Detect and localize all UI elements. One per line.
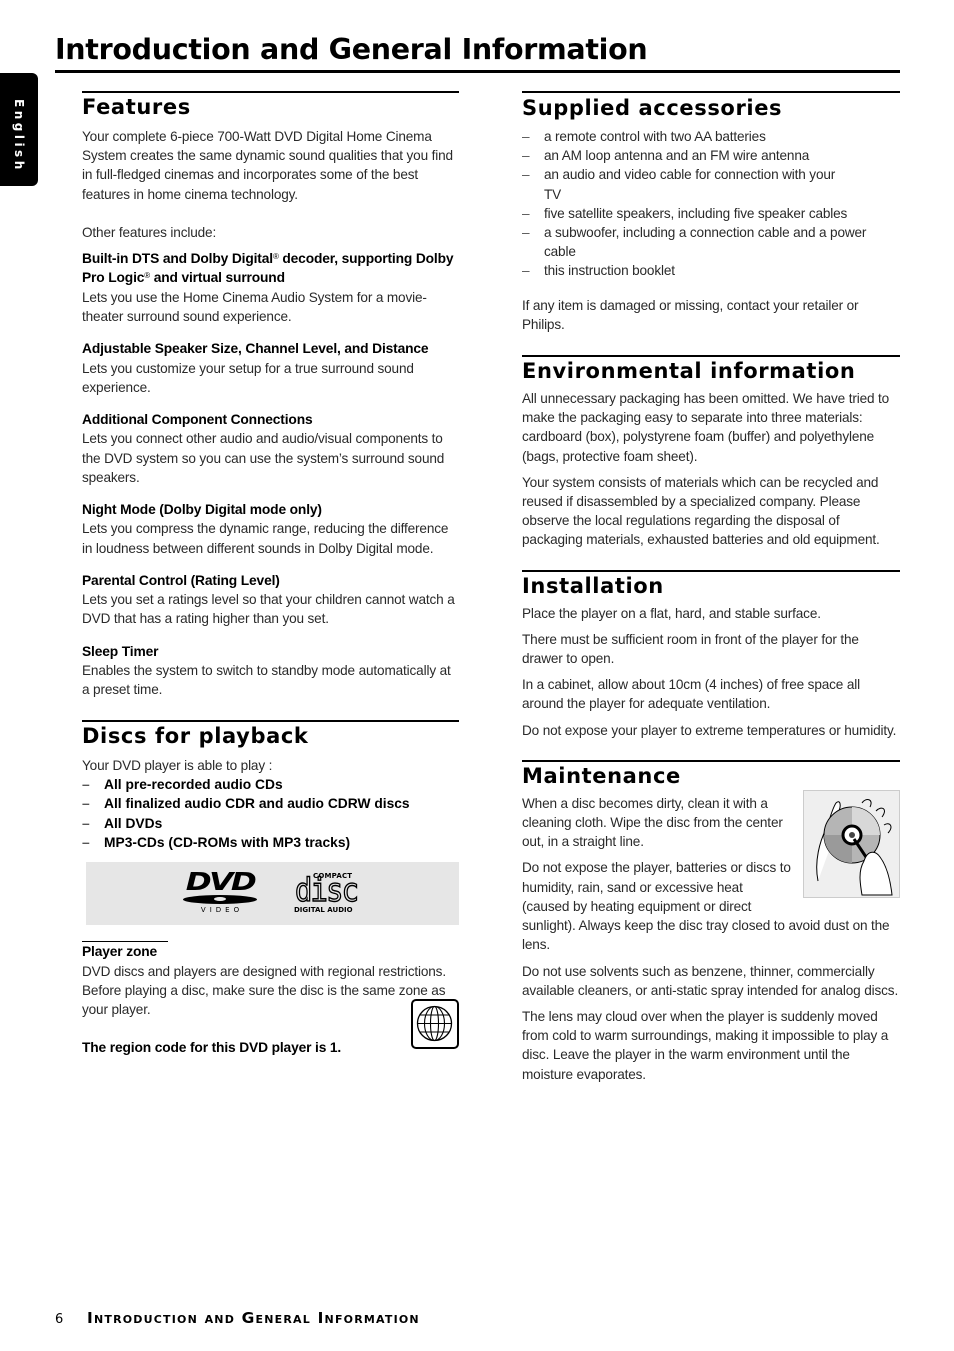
list-item: a subwoofer, including a connection cabl… — [522, 223, 900, 261]
feature-text: Enables the system to switch to standby … — [82, 663, 451, 698]
feature-text: Lets you set a ratings level so that you… — [82, 592, 455, 627]
page-number: 6 — [55, 1312, 64, 1327]
list-item: an audio and video cable for connection … — [522, 165, 900, 203]
page-footer: 6 Introduction and General Information — [55, 1309, 420, 1327]
region-code-note: The region code for this DVD player is 1… — [82, 1040, 342, 1056]
cd-logo-word: disc — [294, 871, 359, 910]
discs-intro: Your DVD player is able to play : — [82, 757, 273, 773]
feature-text: Lets you connect other audio and audio/v… — [82, 431, 445, 485]
features-section: Features Your complete 6-piece 700-Watt … — [82, 91, 459, 700]
feature-title: Parental Control (Rating Level) — [82, 572, 280, 588]
footer-title: Introduction and General Information — [87, 1309, 420, 1327]
environment-section: Environmental information All unnecessar… — [522, 355, 900, 550]
feature-title: Adjustable Speaker Size, Channel Level, … — [82, 341, 429, 357]
disc-logos-band: DVD VIDEO COMPACT disc DIGITAL AUDIO — [86, 862, 459, 926]
language-tab: English — [0, 73, 38, 186]
installation-paragraph: Do not expose your player to extreme tem… — [522, 722, 897, 738]
features-intro: Your complete 6-piece 700-Watt DVD Digit… — [82, 129, 453, 202]
environment-heading: Environmental information — [522, 355, 900, 383]
accessories-list: a remote control with two AA batteries a… — [522, 127, 900, 281]
maintenance-section: Maintenance When a disc becomes dirty, c… — [522, 759, 900, 1084]
accessories-section: Supplied accessories a remote control wi… — [522, 91, 900, 334]
list-item: a remote control with two AA batteries — [522, 127, 900, 146]
feature-title: Built-in DTS and Dolby Digital® decoder,… — [82, 251, 454, 286]
feature-title: Sleep Timer — [82, 643, 159, 659]
installation-paragraph: Place the player on a flat, hard, and st… — [522, 605, 821, 621]
feature-text: Lets you use the Home Cinema Audio Syste… — [82, 289, 427, 325]
maintenance-paragraph: The lens may cloud over when the player … — [522, 1008, 889, 1082]
features-other-label: Other features include: — [82, 224, 217, 240]
environment-paragraph: Your system consists of materials which … — [522, 474, 880, 548]
discs-heading: Discs for playback — [82, 719, 459, 748]
feature-title: Additional Component Connections — [82, 412, 313, 428]
list-item: All DVDs — [82, 814, 459, 834]
registered-mark: ® — [272, 252, 279, 262]
feature-item: Night Mode (Dolby Digital mode only) Let… — [82, 500, 459, 558]
player-zone-title: Player zone — [82, 944, 158, 960]
dvd-logo-word: DVD — [185, 867, 257, 897]
list-item: an AM loop antenna and an FM wire antenn… — [522, 146, 900, 165]
installation-paragraph: There must be sufficient room in front o… — [522, 631, 859, 667]
discs-section: Discs for playback Your DVD player is ab… — [82, 719, 459, 1058]
player-zone: Player zone DVD discs and players are de… — [82, 942, 459, 1057]
cd-logo-bottom: DIGITAL AUDIO — [294, 906, 353, 915]
page-title: Introduction and General Information — [55, 30, 900, 73]
accessories-note: If any item is damaged or missing, conta… — [522, 297, 859, 332]
player-zone-text: DVD discs and players are designed with … — [82, 963, 446, 1018]
disc-types-list: All pre-recorded audio CDs All finalized… — [82, 775, 459, 853]
feature-item: Additional Component Connections Lets yo… — [82, 410, 459, 487]
feature-item: Sleep Timer Enables the system to switch… — [82, 642, 459, 700]
dvd-disc-shape — [183, 895, 257, 905]
language-tab-label: English — [12, 99, 26, 173]
list-item: five satellite speakers, including five … — [522, 204, 900, 223]
disc-cleaning-illustration — [803, 789, 900, 898]
region-globe-icon — [411, 999, 459, 1050]
installation-section: Installation Place the player on a flat,… — [522, 569, 900, 740]
list-item: MP3-CDs (CD-ROMs with MP3 tracks) — [82, 833, 459, 853]
compact-disc-logo: COMPACT disc DIGITAL AUDIO — [294, 872, 362, 916]
installation-paragraph: In a cabinet, allow about 10cm (4 inches… — [522, 677, 860, 712]
dvd-logo-sub: VIDEO — [200, 906, 244, 915]
features-heading: Features — [82, 91, 459, 119]
registered-mark: ® — [144, 271, 151, 281]
accessories-heading: Supplied accessories — [522, 91, 900, 120]
right-column: Supplied accessories a remote control wi… — [522, 91, 900, 1084]
feature-text: Lets you customize your setup for a true… — [82, 360, 414, 395]
feature-item: Parental Control (Rating Level) Lets you… — [82, 571, 459, 629]
feature-text: Lets you compress the dynamic range, red… — [82, 521, 449, 556]
left-column: Features Your complete 6-piece 700-Watt … — [82, 91, 459, 1058]
feature-item: Adjustable Speaker Size, Channel Level, … — [82, 339, 459, 397]
list-item: All finalized audio CDR and audio CDRW d… — [82, 794, 459, 814]
feature-item: Built-in DTS and Dolby Digital® decoder,… — [82, 249, 459, 326]
feature-title: Night Mode (Dolby Digital mode only) — [82, 502, 322, 518]
installation-heading: Installation — [522, 569, 900, 598]
list-item: All pre-recorded audio CDs — [82, 775, 459, 795]
environment-paragraph: All unnecessary packaging has been omitt… — [522, 391, 890, 464]
maintenance-paragraph: Do not use solvents such as benzene, thi… — [522, 963, 899, 998]
list-item: this instruction booklet — [522, 261, 900, 280]
dvd-video-logo: DVD VIDEO — [180, 869, 260, 918]
maintenance-heading: Maintenance — [522, 759, 900, 788]
